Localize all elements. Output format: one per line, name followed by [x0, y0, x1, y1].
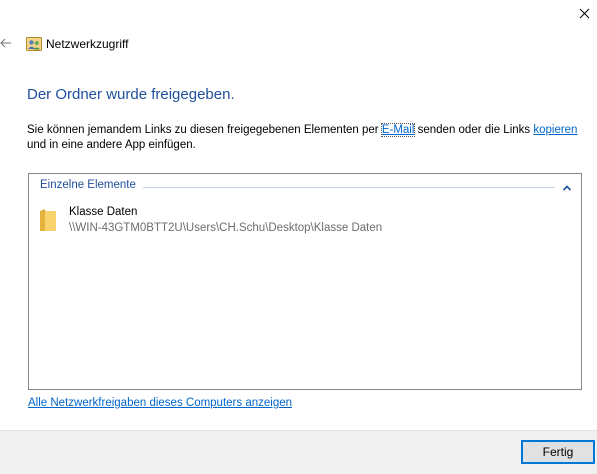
description-text-3: und in eine andere App einfügen.: [27, 139, 196, 151]
finish-button[interactable]: Fertig: [521, 440, 595, 464]
item-path: \\WIN-43GTM0BTT2U\Users\CH.Schu\Desktop\…: [69, 222, 383, 234]
close-button[interactable]: [572, 2, 596, 26]
close-icon: [579, 8, 590, 19]
window-title: Netzwerkzugriff: [46, 37, 129, 51]
chevron-up-icon: [562, 185, 572, 191]
list-item[interactable]: Klasse Daten \\WIN-43GTM0BTT2U\Users\CH.…: [37, 204, 557, 240]
folder-icon: [39, 208, 57, 232]
page-heading: Der Ordner wurde freigegeben.: [27, 86, 235, 103]
group-divider: [143, 187, 555, 188]
show-all-shares-link[interactable]: Alle Netzwerkfreigaben dieses Computers …: [28, 397, 292, 409]
network-users-icon: [26, 36, 42, 52]
item-name: Klasse Daten: [69, 206, 138, 218]
description-text-1: Sie können jemandem Links zu diesen frei…: [27, 124, 382, 136]
shared-items-panel: Einzelne Elemente Klasse Daten \\WIN-43G…: [28, 173, 582, 390]
copy-link[interactable]: kopieren: [533, 124, 577, 136]
back-arrow-icon: [0, 38, 11, 48]
group-header-label: Einzelne Elemente: [40, 179, 136, 191]
share-description: Sie können jemandem Links zu diesen frei…: [27, 123, 587, 153]
email-link[interactable]: E-Mail: [380, 123, 416, 137]
description-text-2: senden oder die Links: [414, 124, 534, 136]
collapse-group-button[interactable]: [562, 181, 572, 191]
dialog-footer: Fertig: [0, 430, 597, 474]
back-button[interactable]: [0, 37, 12, 49]
